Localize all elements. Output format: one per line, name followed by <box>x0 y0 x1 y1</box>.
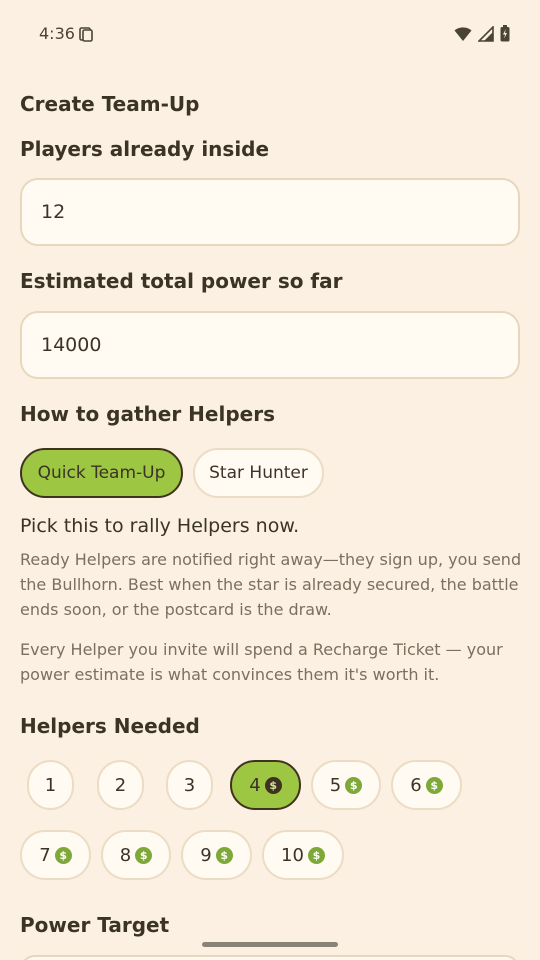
power-input[interactable]: 14000 <box>20 311 520 379</box>
coin-icon: $ <box>54 846 72 864</box>
chip-label: 7 <box>39 844 51 866</box>
gather-label: How to gather Helpers <box>20 402 275 426</box>
helpers-chip-10[interactable]: 10 $ <box>262 830 344 880</box>
helpers-chip-7[interactable]: 7 $ <box>20 830 91 880</box>
quick-team-up-option[interactable]: Quick Team-Up <box>20 448 183 498</box>
chip-label: 2 <box>114 774 127 796</box>
description-heading: Pick this to rally Helpers now. <box>20 515 300 537</box>
screenshot-notification-icon <box>79 27 93 42</box>
helpers-chip-8[interactable]: 8 $ <box>101 830 171 880</box>
description-paragraph-1: Ready Helpers are notified right away—th… <box>20 550 522 619</box>
battery-icon <box>500 25 510 42</box>
helpers-chip-3[interactable]: 3 <box>166 760 213 810</box>
players-label: Players already inside <box>20 137 270 161</box>
chip-label: 6 <box>410 774 422 796</box>
chip-label: 9 <box>200 844 212 866</box>
power-target-label: Power Target <box>20 913 170 937</box>
coin-icon: $ <box>135 846 153 864</box>
star-hunter-option[interactable]: Star Hunter <box>193 448 324 498</box>
coin-icon: $ <box>264 776 282 794</box>
helpers-chip-2[interactable]: 2 <box>97 760 144 810</box>
status-bar: 4:36 <box>0 0 540 68</box>
helpers-chip-1[interactable]: 1 <box>27 760 74 810</box>
wifi-icon <box>454 26 472 41</box>
chip-label: 10 <box>281 844 304 866</box>
description-paragraph-2: Every Helper you invite will spend a Rec… <box>20 640 503 684</box>
coin-icon: $ <box>345 776 363 794</box>
chip-label: 5 <box>329 774 342 796</box>
power-target-input[interactable] <box>20 955 520 960</box>
status-icons <box>454 25 510 42</box>
chip-label: 3 <box>183 774 196 796</box>
status-time: 4:36 <box>39 24 75 43</box>
chip-label: 1 <box>44 774 57 796</box>
helpers-chip-5[interactable]: 5 $ <box>311 760 381 810</box>
chip-label: 8 <box>119 844 132 866</box>
helpers-chip-9[interactable]: 9 $ <box>181 830 252 880</box>
home-indicator[interactable] <box>202 942 338 947</box>
helpers-needed-label: Helpers Needed <box>20 714 200 738</box>
signal-icon <box>478 25 494 42</box>
power-label: Estimated total power so far <box>20 269 343 293</box>
page-title: Create Team-Up <box>20 92 200 116</box>
coin-icon: $ <box>425 776 443 794</box>
coin-icon: $ <box>307 846 325 864</box>
helpers-chip-4[interactable]: 4 $ <box>230 760 301 810</box>
coin-icon: $ <box>215 846 233 864</box>
players-input[interactable]: 12 <box>20 178 520 246</box>
chip-label: 4 <box>249 774 261 796</box>
helpers-chip-6[interactable]: 6 $ <box>391 760 462 810</box>
